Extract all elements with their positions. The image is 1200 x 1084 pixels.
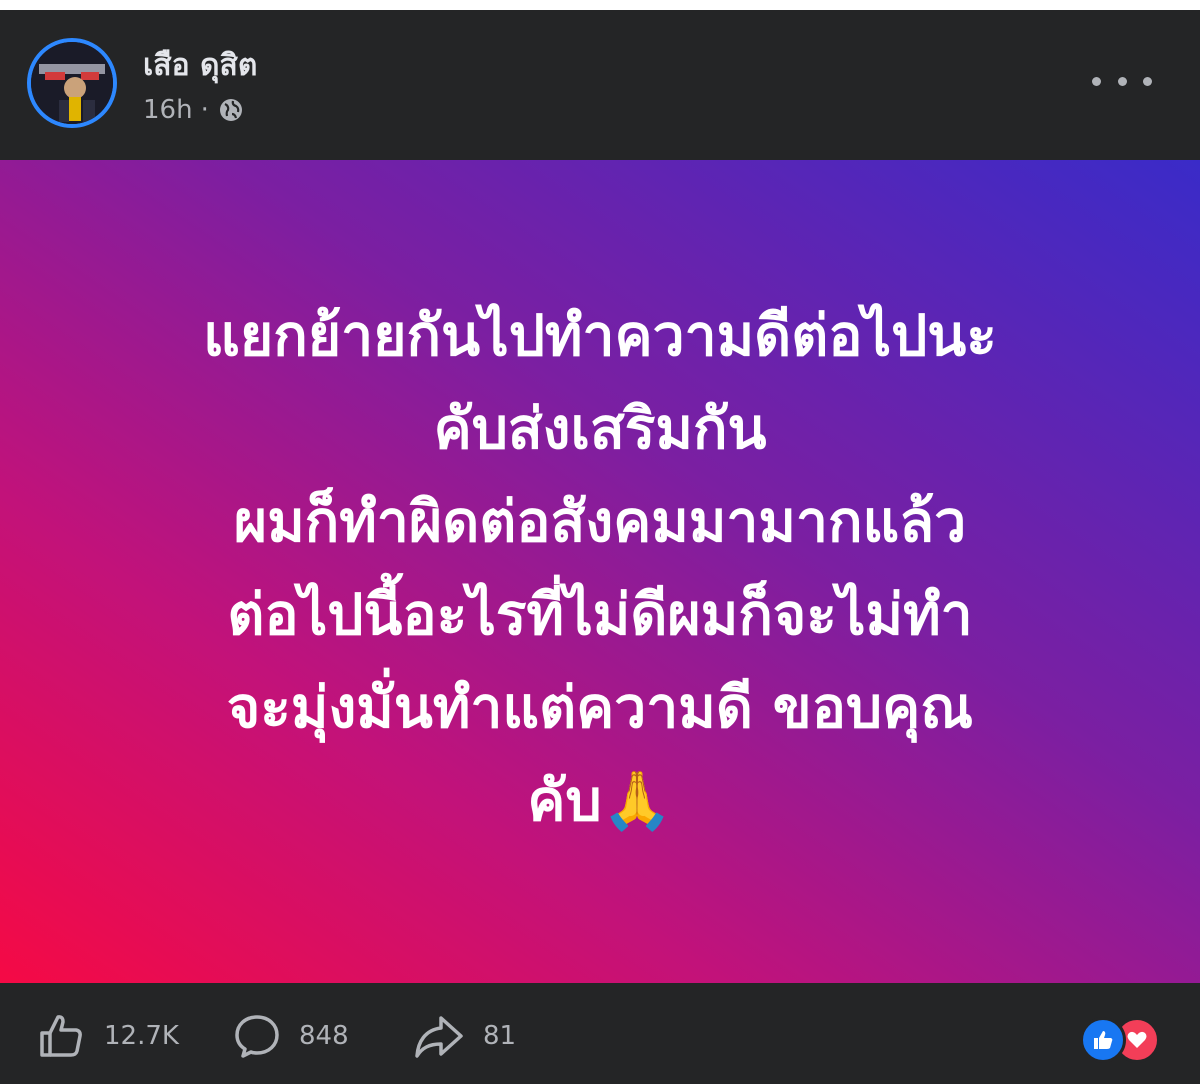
post-timestamp[interactable]: 16h (143, 95, 193, 125)
top-edge (0, 0, 1200, 10)
more-dot (1092, 76, 1101, 86)
meta-separator: · (200, 95, 209, 125)
facebook-post: เสือ ดุสิต 16h · แยกย้ายกันไปทำความดีต่อ… (0, 0, 1200, 1084)
thumbs-up-icon (40, 1015, 82, 1057)
post-footer: 12.7K 848 81 (0, 983, 1200, 1084)
share-arrow-icon (415, 1016, 463, 1058)
reaction-summary[interactable] (1080, 1013, 1170, 1063)
more-dot (1117, 76, 1127, 86)
status-text: แยกย้ายกันไปทำความดีต่อไปนะ คับส่งเสริมก… (203, 302, 997, 834)
like-button[interactable]: 12.7K (36, 1011, 179, 1061)
share-button[interactable]: 81 (413, 1011, 516, 1061)
share-count: 81 (483, 1021, 517, 1051)
status-background: แยกย้ายกันไปทำความดีต่อไปนะ คับส่งเสริมก… (0, 160, 1200, 983)
author-name[interactable]: เสือ ดุสิต (143, 48, 257, 84)
avatar[interactable] (27, 38, 117, 128)
post-meta: 16h · (143, 95, 245, 125)
comment-bubble-icon (235, 1015, 279, 1058)
more-options-button[interactable] (1092, 66, 1152, 96)
comment-count: 848 (299, 1021, 349, 1051)
like-reaction-icon (1080, 1017, 1126, 1063)
globe-icon[interactable] (217, 96, 245, 124)
avatar-photo (31, 42, 113, 124)
post-header: เสือ ดุสิต 16h · (0, 10, 1200, 160)
more-dot (1143, 76, 1152, 86)
like-count: 12.7K (104, 1021, 179, 1051)
comment-button[interactable]: 848 (233, 1011, 349, 1061)
